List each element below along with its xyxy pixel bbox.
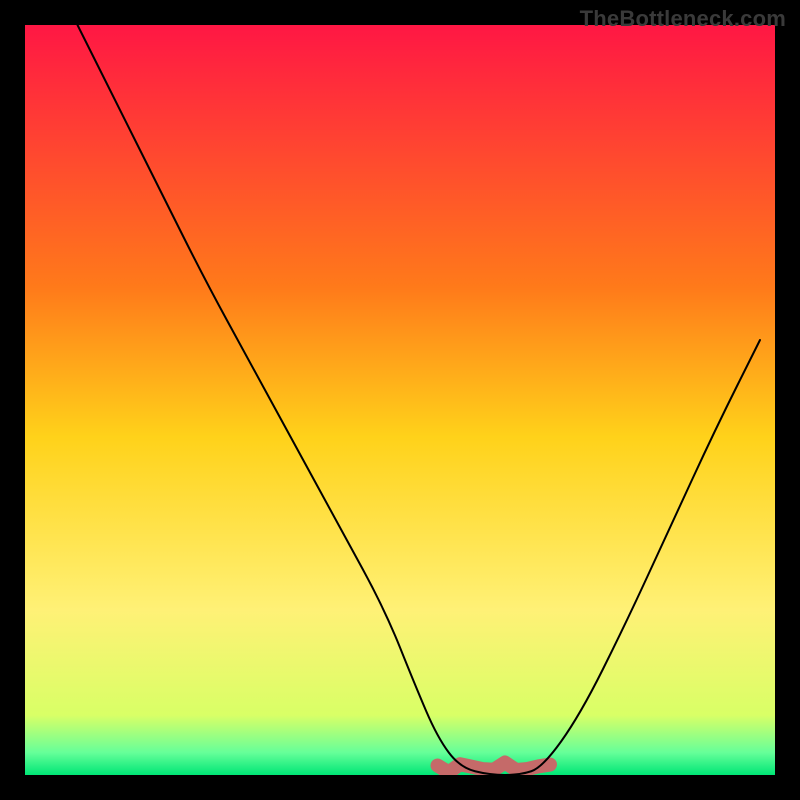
heatmap-background <box>25 25 775 775</box>
chart-svg <box>25 25 775 775</box>
watermark-text: TheBottleneck.com <box>580 6 786 32</box>
plot-area <box>25 25 775 775</box>
chart-stage: TheBottleneck.com <box>0 0 800 800</box>
